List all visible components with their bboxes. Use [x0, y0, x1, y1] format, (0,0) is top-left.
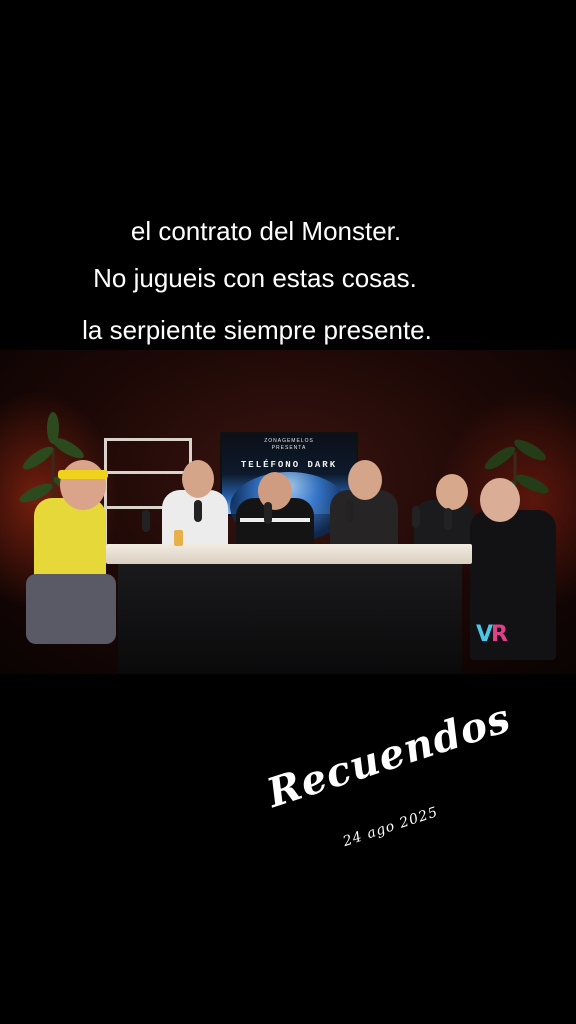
caption-line-1: el contrato del Monster.	[130, 216, 402, 246]
microphone-icon	[444, 508, 452, 530]
studio-table	[106, 544, 472, 564]
screen-brand-sub: PRESENTA	[271, 445, 307, 451]
overlay-date: 24 ago 2025	[341, 804, 441, 850]
microphone-icon	[194, 500, 202, 522]
overlay-title: Recuendos	[261, 694, 517, 817]
caption-line-2: No jugueis con estas cosas.	[93, 263, 417, 293]
video-frame[interactable]: ZONAGEMELOS PRESENTA TELÉFONO DARK VR	[0, 350, 576, 674]
vr-logo-r: R	[491, 622, 508, 647]
screen-brand: ZONAGEMELOS	[264, 438, 314, 444]
vr-logo-v: V	[476, 622, 493, 647]
vr-logo: VR	[476, 622, 508, 647]
drink-can	[174, 530, 183, 546]
caption-line-3: la serpiente siempre presente.	[82, 315, 432, 345]
microphone-icon	[346, 500, 354, 522]
screen-title: TELÉFONO DARK	[240, 460, 338, 470]
table-base	[118, 564, 462, 674]
microphone-icon	[412, 506, 420, 528]
microphone-icon	[264, 502, 272, 524]
microphone-icon	[142, 510, 150, 532]
